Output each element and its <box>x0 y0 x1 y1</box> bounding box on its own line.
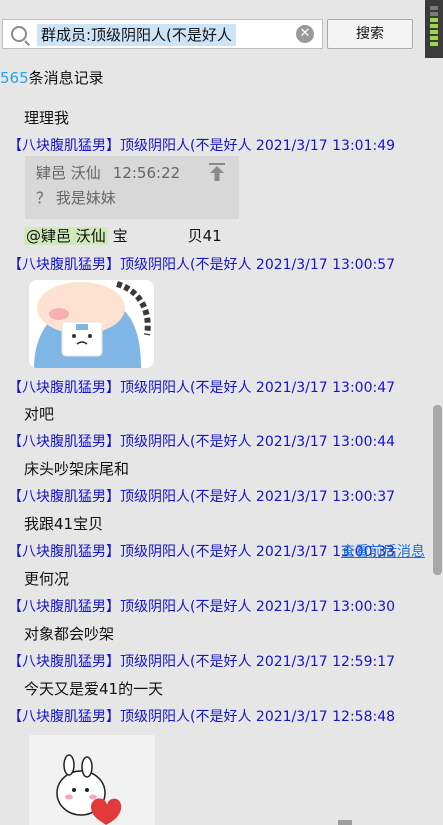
search-button[interactable]: 搜索 <box>327 19 413 49</box>
message-header: 【八块腹肌猛男】顶级阴阳人(不是好人 2021/3/17 13:00:57 <box>8 257 396 273</box>
quote-time: 12:56:22 <box>112 164 181 182</box>
clear-icon[interactable]: ✕ <box>296 25 314 43</box>
search-icon <box>11 26 27 42</box>
quote-author: 肄邑 沃仙 <box>36 164 101 182</box>
message-text-part: 贝41 <box>187 227 222 245</box>
quoted-message: 肄邑 沃仙 12:56:22 ？ 我是妹妹 <box>25 156 239 219</box>
search-input-value[interactable]: 群成员:顶级阴阳人(不是好人 <box>37 24 236 46</box>
message-body: 理理我 <box>24 109 70 127</box>
message-header: 【八块腹肌猛男】顶级阴阳人(不是好人 2021/3/17 12:58:48 <box>8 709 396 725</box>
quote-text: ？ 我是妹妹 <box>36 189 116 207</box>
mention-tag[interactable]: @肄邑 沃仙 <box>24 227 108 245</box>
volume-level-icon <box>425 0 443 58</box>
sticker-image[interactable] <box>29 280 154 368</box>
message-header: 【八块腹肌猛男】顶级阴阳人(不是好人 2021/3/17 13:00:30 <box>8 599 396 615</box>
message-header: 【八块腹肌猛男】顶级阴阳人(不是好人 2021/3/17 13:00:37 <box>8 489 396 505</box>
message-header: 【八块腹肌猛男】顶级阴阳人(不是好人 2021/3/17 13:00:33 <box>8 544 396 560</box>
message-body: 我跟41宝贝 <box>24 515 104 533</box>
message-text-part: 宝 <box>112 227 128 245</box>
scrollbar[interactable] <box>432 60 443 825</box>
message-body: @肄邑 沃仙 宝 贝41 <box>24 225 222 249</box>
message-header: 【八块腹肌猛男】顶级阴阳人(不是好人 2021/3/17 13:00:44 <box>8 434 396 450</box>
resize-handle <box>338 820 352 825</box>
pin-to-top-icon[interactable] <box>209 163 225 181</box>
result-count-number: 565 <box>0 69 29 87</box>
result-count-suffix: 条消息记录 <box>28 69 104 87</box>
message-header: 【八块腹肌猛男】顶级阴阳人(不是好人 2021/3/17 13:00:47 <box>8 380 396 396</box>
message-body: 对吧 <box>24 405 55 423</box>
sticker-image[interactable] <box>29 735 155 825</box>
result-count: 565条消息记录 <box>0 67 104 88</box>
message-body: 更何况 <box>24 570 70 588</box>
message-body: 今天又是爱41的一天 <box>24 680 164 698</box>
message-header: 【八块腹肌猛男】顶级阴阳人(不是好人 2021/3/17 12:59:17 <box>8 654 396 670</box>
view-context-link[interactable]: 查看前后消息 <box>341 541 425 561</box>
message-header: 【八块腹肌猛男】顶级阴阳人(不是好人 2021/3/17 13:01:49 <box>8 138 396 154</box>
search-input[interactable]: 群成员:顶级阴阳人(不是好人 ✕ <box>2 19 323 49</box>
message-body: 床头吵架床尾和 <box>24 460 130 478</box>
message-body: 对象都会吵架 <box>24 625 115 643</box>
scrollbar-thumb[interactable] <box>433 405 442 575</box>
